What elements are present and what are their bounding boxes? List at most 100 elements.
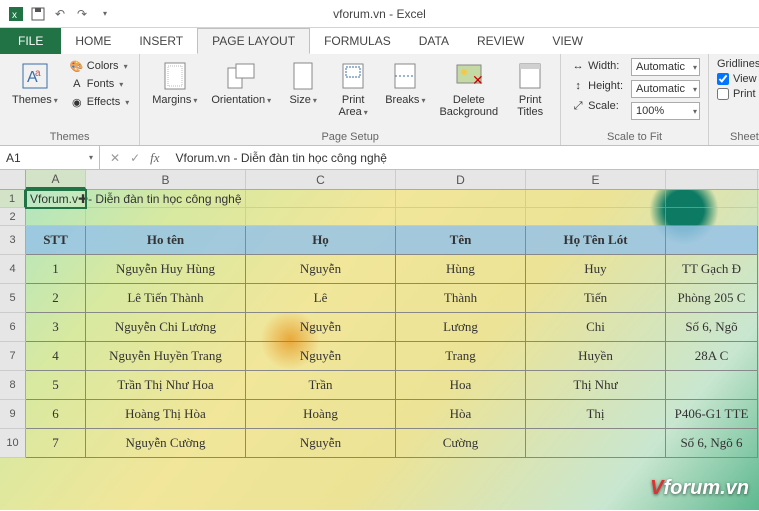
column-header-B[interactable]: B: [86, 170, 246, 189]
tab-insert[interactable]: INSERT: [125, 28, 197, 54]
colors-button[interactable]: 🎨Colors: [68, 58, 131, 74]
row-header-1[interactable]: 1: [0, 190, 26, 208]
header-cell-5[interactable]: [666, 226, 758, 255]
row-header-6[interactable]: 6: [0, 313, 26, 342]
header-cell-2[interactable]: Họ: [246, 226, 396, 255]
print-titles-button[interactable]: Print Titles: [508, 58, 552, 120]
cell-hoten-5[interactable]: Lê Tiến Thành: [86, 284, 246, 313]
cell-ten-7[interactable]: Trang: [396, 342, 526, 371]
cell-hoten-8[interactable]: Trần Thị Như Hoa: [86, 371, 246, 400]
tab-formulas[interactable]: FORMULAS: [310, 28, 405, 54]
height-combo[interactable]: Automatic: [631, 80, 700, 98]
row-header-3[interactable]: 3: [0, 226, 26, 255]
excel-app-icon[interactable]: x: [8, 6, 24, 22]
cell-f-6[interactable]: Số 6, Ngõ: [666, 313, 758, 342]
tab-review[interactable]: REVIEW: [463, 28, 538, 54]
cell-f-7[interactable]: 28A C: [666, 342, 758, 371]
cell-stt-9[interactable]: 6: [26, 400, 86, 429]
row-header-7[interactable]: 7: [0, 342, 26, 371]
cell-lot-5[interactable]: Tiến: [526, 284, 666, 313]
cell-F_partial-1[interactable]: [666, 190, 758, 208]
select-all-corner[interactable]: [0, 170, 26, 189]
cell-lot-4[interactable]: Huy: [526, 255, 666, 284]
cell-stt-7[interactable]: 4: [26, 342, 86, 371]
cell-ho-7[interactable]: Nguyễn: [246, 342, 396, 371]
cell-lot-6[interactable]: Chi: [526, 313, 666, 342]
enter-icon[interactable]: ✓: [130, 151, 140, 165]
column-header-D[interactable]: D: [396, 170, 526, 189]
cell-ho-9[interactable]: Hoàng: [246, 400, 396, 429]
cell-f-9[interactable]: P406-G1 TTE: [666, 400, 758, 429]
column-header-A[interactable]: A: [26, 170, 86, 189]
cell-hoten-6[interactable]: Nguyễn Chi Lương: [86, 313, 246, 342]
cell-D-1[interactable]: [396, 190, 526, 208]
cell-A-2[interactable]: [26, 208, 86, 226]
header-cell-1[interactable]: Ho tên: [86, 226, 246, 255]
cell-ho-10[interactable]: Nguyễn: [246, 429, 396, 458]
cell-lot-10[interactable]: [526, 429, 666, 458]
cell-f-5[interactable]: Phòng 205 C: [666, 284, 758, 313]
cell-lot-7[interactable]: Huyền: [526, 342, 666, 371]
redo-icon[interactable]: ↷: [74, 6, 90, 22]
save-icon[interactable]: [30, 6, 46, 22]
undo-icon[interactable]: ↶: [52, 6, 68, 22]
row-header-2[interactable]: 2: [0, 208, 26, 226]
cell-C-2[interactable]: [246, 208, 396, 226]
column-header-E[interactable]: E: [526, 170, 666, 189]
cell-lot-8[interactable]: Thị Như: [526, 371, 666, 400]
width-combo[interactable]: Automatic: [631, 58, 700, 76]
cell-ho-4[interactable]: Nguyễn: [246, 255, 396, 284]
cell-E-1[interactable]: [526, 190, 666, 208]
print-area-button[interactable]: Print Area: [331, 58, 375, 120]
cell-stt-6[interactable]: 3: [26, 313, 86, 342]
gridlines-view-checkbox[interactable]: View: [717, 73, 759, 85]
cell-B-2[interactable]: [86, 208, 246, 226]
column-header-C[interactable]: C: [246, 170, 396, 189]
size-button[interactable]: Size: [281, 58, 325, 108]
header-cell-0[interactable]: STT: [26, 226, 86, 255]
cell-f-8[interactable]: [666, 371, 758, 400]
themes-button[interactable]: Aa Themes: [8, 58, 62, 108]
gridlines-print-checkbox[interactable]: Print: [717, 88, 759, 100]
header-cell-4[interactable]: Họ Tên Lót: [526, 226, 666, 255]
tab-page-layout[interactable]: PAGE LAYOUT: [197, 28, 310, 54]
cell-A1[interactable]: Vforum.v✚ - Diễn đàn tin học công nghệ: [26, 190, 86, 208]
fonts-button[interactable]: AFonts: [68, 76, 131, 92]
cell-ho-5[interactable]: Lê: [246, 284, 396, 313]
effects-button[interactable]: ◉Effects: [68, 94, 131, 110]
row-header-8[interactable]: 8: [0, 371, 26, 400]
qat-customize-icon[interactable]: [96, 6, 112, 22]
cell-stt-10[interactable]: 7: [26, 429, 86, 458]
row-header-9[interactable]: 9: [0, 400, 26, 429]
orientation-button[interactable]: Orientation: [207, 58, 275, 108]
cell-D-2[interactable]: [396, 208, 526, 226]
cell-F_partial-2[interactable]: [666, 208, 758, 226]
cell-hoten-10[interactable]: Nguyễn Cường: [86, 429, 246, 458]
scale-combo[interactable]: 100%: [631, 102, 700, 120]
cell-ten-5[interactable]: Thành: [396, 284, 526, 313]
cell-ho-6[interactable]: Nguyễn: [246, 313, 396, 342]
cell-hoten-9[interactable]: Hoàng Thị Hòa: [86, 400, 246, 429]
tab-file[interactable]: FILE: [0, 28, 61, 54]
cell-f-10[interactable]: Số 6, Ngõ 6: [666, 429, 758, 458]
delete-background-button[interactable]: ✕Delete Background: [435, 58, 502, 120]
tab-data[interactable]: DATA: [405, 28, 463, 54]
header-cell-3[interactable]: Tên: [396, 226, 526, 255]
cancel-icon[interactable]: ✕: [110, 151, 120, 165]
row-header-5[interactable]: 5: [0, 284, 26, 313]
name-box[interactable]: A1: [0, 146, 100, 169]
tab-view[interactable]: VIEW: [538, 28, 597, 54]
cell-stt-5[interactable]: 2: [26, 284, 86, 313]
cell-ten-10[interactable]: Cường: [396, 429, 526, 458]
cell-stt-4[interactable]: 1: [26, 255, 86, 284]
margins-button[interactable]: Margins: [148, 58, 201, 108]
cell-f-4[interactable]: TT Gạch Đ: [666, 255, 758, 284]
cell-ho-8[interactable]: Trần: [246, 371, 396, 400]
row-header-10[interactable]: 10: [0, 429, 26, 458]
cell-E-2[interactable]: [526, 208, 666, 226]
tab-home[interactable]: HOME: [61, 28, 125, 54]
cell-C-1[interactable]: [246, 190, 396, 208]
cell-ten-9[interactable]: Hòa: [396, 400, 526, 429]
cell-ten-8[interactable]: Hoa: [396, 371, 526, 400]
breaks-button[interactable]: Breaks: [381, 58, 429, 108]
